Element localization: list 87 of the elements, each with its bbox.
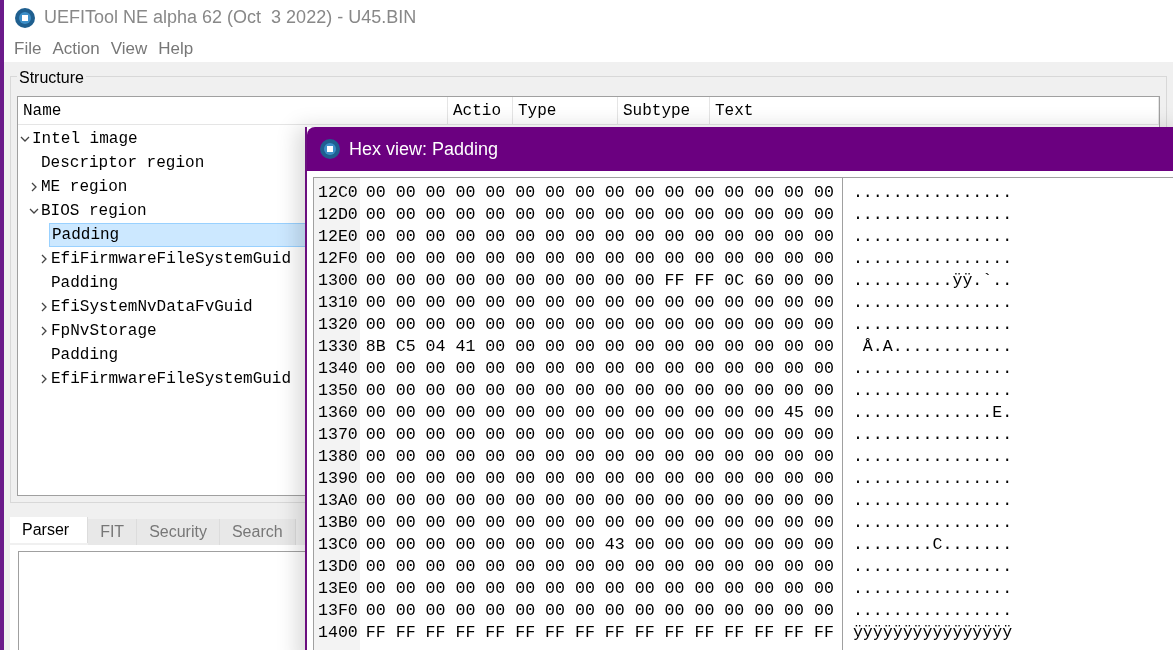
tab[interactable]: Parser [10,517,89,543]
column-header[interactable]: Actio [448,97,513,124]
offset-label: 1350 [318,380,358,402]
hex-bytes: 00 00 00 00 00 00 00 00 00 00 00 00 00 00 00 00 [365,424,834,446]
ascii-text: ................ [852,424,1013,446]
hex-bytes: 00 00 00 00 00 00 00 00 00 00 00 00 00 00 00 00 [365,556,834,578]
ascii-text: ÿÿÿÿÿÿÿÿÿÿÿÿÿÿÿÿ [852,622,1013,644]
chevron-right-icon[interactable] [39,302,49,312]
ascii-text: ................ [852,578,1013,600]
ascii-text: ................ [852,490,1013,512]
hex-bytes: 00 00 00 00 00 00 00 00 43 00 00 00 00 00 00 00 [365,534,834,556]
hex-bytes: 00 00 00 00 00 00 00 00 00 00 00 00 00 00 00 00 [365,204,834,226]
ascii-text: ..............E. [852,402,1013,424]
hex-bytes: 00 00 00 00 00 00 00 00 00 00 00 00 00 00 00 00 [365,490,834,512]
tab[interactable]: Security [137,519,220,545]
hex-bytes: 8B C5 04 41 00 00 00 00 00 00 00 00 00 00 00 00 [365,336,834,358]
chevron-down-icon[interactable] [29,206,39,216]
hex-bytes: 00 00 00 00 00 00 00 00 00 00 00 00 00 00 00 00 [365,600,834,622]
offset-label: 1370 [318,424,358,446]
offset-label: 13A0 [318,490,358,512]
hex-bytes: 00 00 00 00 00 00 00 00 00 00 00 00 00 00 00 00 [365,446,834,468]
offset-label: 13B0 [318,512,358,534]
hex-bytes: 00 00 00 00 00 00 00 00 00 00 00 00 00 00 00 00 [365,380,834,402]
offset-label: 1380 [318,446,358,468]
offset-label: 1340 [318,358,358,380]
window-title: UEFITool NE alpha 62 (Oct 3 2022) - U45.BIN [44,6,417,29]
chevron-right-icon[interactable] [39,254,49,264]
hex-bytes: 00 00 00 00 00 00 00 00 00 00 00 00 00 00 00 00 [365,358,834,380]
hex-bytes: 00 00 00 00 00 00 00 00 00 00 00 00 00 00 00 00 [365,182,834,204]
ascii-text: ................ [852,556,1013,578]
column-header[interactable]: Type [513,97,618,124]
ascii-text: ................ [852,600,1013,622]
ascii-text: ................ [852,446,1013,468]
hex-bytes: 00 00 00 00 00 00 00 00 00 00 00 00 00 00 00 00 [365,512,834,534]
chevron-right-icon[interactable] [39,374,49,384]
offset-label: 13F0 [318,600,358,622]
hex-bytes: 00 00 00 00 00 00 00 00 00 00 00 00 00 00 00 00 [365,248,834,270]
column-header[interactable]: Subtype [618,97,710,124]
tab[interactable]: FIT [88,519,138,545]
tab[interactable]: Search [219,519,296,545]
ascii-text: ................ [852,292,1013,314]
hex-bytes: 00 00 00 00 00 00 00 00 00 00 00 00 00 00 00 00 [365,226,834,248]
hex-bytes: 00 00 00 00 00 00 00 00 00 00 00 00 00 00 00 00 [365,292,834,314]
hex-bytes: 00 00 00 00 00 00 00 00 00 00 00 00 00 00 00 00 [365,314,834,336]
ascii-text: Å.A............ [861,336,1013,358]
offset-label: 12F0 [318,248,358,270]
column-header[interactable]: Name [18,97,448,124]
ascii-text: ................ [852,182,1013,204]
offset-label: 13E0 [318,578,358,600]
ascii-text: ................ [852,226,1013,248]
ascii-text: ................ [852,204,1013,226]
ascii-text: ..........ÿÿ.`.. [852,270,1013,292]
column-header[interactable]: Text [710,97,1159,124]
app-gear-icon [14,6,36,29]
offset-label: 13D0 [318,556,358,578]
window-title: Hex view: Padding [349,137,499,161]
offset-label: 12E0 [318,226,358,248]
offset-label: 1400 [318,622,358,644]
offset-label: 13C0 [318,534,358,556]
ascii-text: ................ [852,358,1013,380]
hex-bytes: FF FF FF FF FF FF FF FF FF FF FF FF FF FF FF FF [365,622,834,644]
menu-item[interactable]: Help [154,35,198,62]
offset-label: 12C0 [318,182,358,204]
chevron-right-icon[interactable] [39,326,49,336]
offset-label: 1390 [318,468,358,490]
hex-bytes: 00 00 00 00 00 00 00 00 00 00 00 00 00 00 00 00 [365,578,834,600]
ascii-text: ........C....... [852,534,1013,556]
hex-bytes: 00 00 00 00 00 00 00 00 00 00 00 00 00 00 45 00 [365,402,834,424]
app-gear-icon [319,138,341,160]
offset-label: 1320 [318,314,358,336]
offset-label: 12D0 [318,204,358,226]
menu-item[interactable]: Action [48,35,104,62]
offset-label: 1310 [318,292,358,314]
ascii-text: ................ [852,512,1013,534]
ascii-text: ................ [852,248,1013,270]
menu-item[interactable]: File [10,35,46,62]
ascii-text: ................ [852,314,1013,336]
menu-item[interactable]: View [106,35,152,62]
ascii-text: ................ [852,468,1013,490]
offset-label: 1330 [318,336,358,358]
chevron-down-icon[interactable] [20,134,30,144]
hex-bytes: 00 00 00 00 00 00 00 00 00 00 FF FF 0C 60 00 00 [365,270,834,292]
hex-bytes: 00 00 00 00 00 00 00 00 00 00 00 00 00 00 00 00 [365,468,834,490]
offset-label: 1300 [318,270,358,292]
offset-label: 1360 [318,402,358,424]
chevron-right-icon[interactable] [29,182,39,192]
ascii-text: ................ [852,380,1013,402]
